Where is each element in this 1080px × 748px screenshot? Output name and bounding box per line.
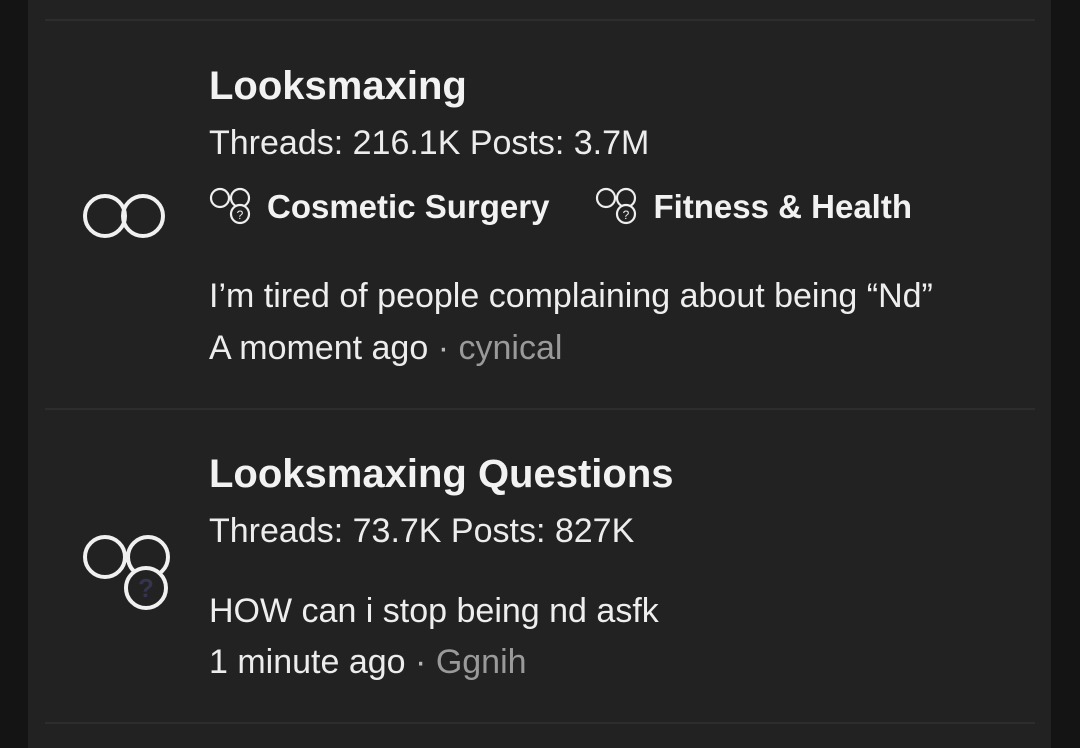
svg-text:?: ? <box>138 573 154 603</box>
meta-separator: · <box>415 643 427 681</box>
node-title[interactable]: Looksmaxing <box>209 64 467 109</box>
subforum-list: ? Cosmetic Surgery ? Fitness & Health <box>209 186 958 228</box>
latest-time: A moment ago <box>209 329 429 367</box>
subforum-cosmetic-surgery[interactable]: ? Cosmetic Surgery <box>209 186 549 228</box>
linked-rings-icon <box>83 194 165 238</box>
divider <box>45 408 1035 410</box>
forum-node-list: Looksmaxing Threads: 216.1K Posts: 3.7M … <box>28 0 1051 748</box>
meta-separator: · <box>437 329 450 367</box>
subforum-label: Fitness & Health <box>653 188 912 225</box>
svg-text:?: ? <box>237 208 244 222</box>
forum-question-icon: ? <box>596 187 637 225</box>
divider <box>45 19 1035 21</box>
latest-thread-title[interactable]: I’m tired of people complaining about be… <box>209 277 933 316</box>
subforum-fitness-health[interactable]: ? Fitness & Health <box>595 186 912 228</box>
latest-username[interactable]: Ggnih <box>436 643 527 681</box>
latest-thread-title[interactable]: HOW can i stop being nd asfk <box>209 592 659 631</box>
divider <box>45 722 1035 724</box>
subforum-label: Cosmetic Surgery <box>267 188 550 225</box>
latest-thread-meta: 1 minute ago · Ggnih <box>209 643 527 682</box>
svg-text:?: ? <box>623 208 630 222</box>
latest-username[interactable]: cynical <box>458 329 562 367</box>
node-title[interactable]: Looksmaxing Questions <box>209 452 674 497</box>
rings-question-icon: ? <box>83 535 170 610</box>
latest-thread-meta: A moment ago · cynical <box>209 329 562 368</box>
latest-time: 1 minute ago <box>209 643 406 681</box>
node-stats: Threads: 73.7K Posts: 827K <box>209 512 635 550</box>
forum-question-icon: ? <box>209 187 251 225</box>
node-stats: Threads: 216.1K Posts: 3.7M <box>209 124 650 162</box>
